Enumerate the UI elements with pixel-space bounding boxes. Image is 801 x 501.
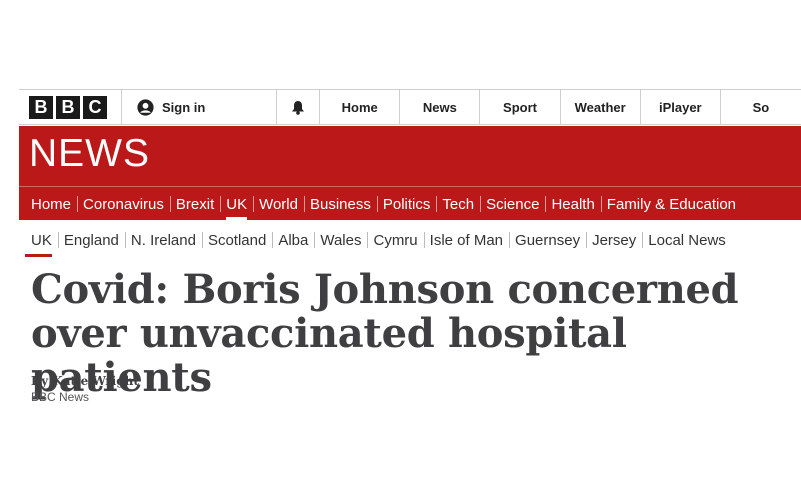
sub-nav-scotland[interactable]: Scotland	[201, 225, 272, 255]
main-nav-uk[interactable]: UK	[220, 187, 253, 221]
topnav-sport[interactable]: Sport	[480, 90, 561, 124]
sub-nav-wales[interactable]: Wales	[314, 225, 367, 255]
notifications-button[interactable]	[277, 90, 321, 124]
sub-nav-uk[interactable]: UK	[19, 225, 58, 257]
sub-nav-isle-of-man[interactable]: Isle of Man	[423, 225, 509, 255]
main-nav-home[interactable]: Home	[19, 187, 77, 221]
byline-source: BBC News	[31, 390, 90, 404]
topnav-home[interactable]: Home	[320, 90, 401, 124]
main-nav: Home Coronavirus Brexit UK World Busines…	[19, 186, 801, 221]
main-nav-politics[interactable]: Politics	[376, 187, 437, 221]
main-nav-tech[interactable]: Tech	[436, 187, 480, 221]
main-nav-science[interactable]: Science	[480, 187, 545, 221]
sub-nav-alba[interactable]: Alba	[272, 225, 314, 255]
main-nav-coronavirus[interactable]: Coronavirus	[77, 187, 170, 221]
signin-link[interactable]: Sign in	[122, 90, 278, 124]
sub-nav-jersey[interactable]: Jersey	[586, 225, 642, 255]
main-nav-business[interactable]: Business	[303, 187, 377, 221]
signin-label: Sign in	[162, 99, 206, 115]
sub-nav-n-ireland[interactable]: N. Ireland	[124, 225, 202, 255]
byline-author: By Katie Wright	[31, 374, 139, 388]
news-banner: NEWS Home Coronavirus Brexit UK World Bu…	[19, 126, 801, 221]
main-nav-world[interactable]: World	[253, 187, 304, 221]
topnav-sounds[interactable]: So	[721, 90, 801, 124]
topnav-iplayer[interactable]: iPlayer	[641, 90, 721, 124]
sub-nav-local-news[interactable]: Local News	[642, 225, 732, 255]
bell-icon	[292, 100, 305, 115]
bbc-logo[interactable]: B B C	[19, 90, 122, 124]
section-title[interactable]: NEWS	[29, 132, 150, 176]
sub-nav-guernsey[interactable]: Guernsey	[509, 225, 586, 255]
main-nav-health[interactable]: Health	[545, 187, 600, 221]
article-headline: Covid: Boris Johnson concerned over unva…	[31, 266, 739, 401]
logo-block-b2: B	[56, 95, 80, 119]
main-nav-brexit[interactable]: Brexit	[169, 187, 220, 221]
topnav-news[interactable]: News	[400, 90, 481, 124]
topnav-weather[interactable]: Weather	[561, 90, 641, 124]
sub-nav-cymru[interactable]: Cymru	[367, 225, 423, 255]
masthead: B B C Sign in Home News Sport Weather iP…	[19, 89, 801, 125]
main-nav-family-education[interactable]: Family & Education	[600, 187, 742, 221]
sub-nav-england[interactable]: England	[57, 225, 125, 255]
sub-nav: UK England N. Ireland Scotland Alba Wale…	[19, 225, 801, 257]
logo-block-b1: B	[29, 95, 53, 119]
logo-block-c: C	[83, 95, 107, 119]
user-icon	[137, 98, 154, 116]
